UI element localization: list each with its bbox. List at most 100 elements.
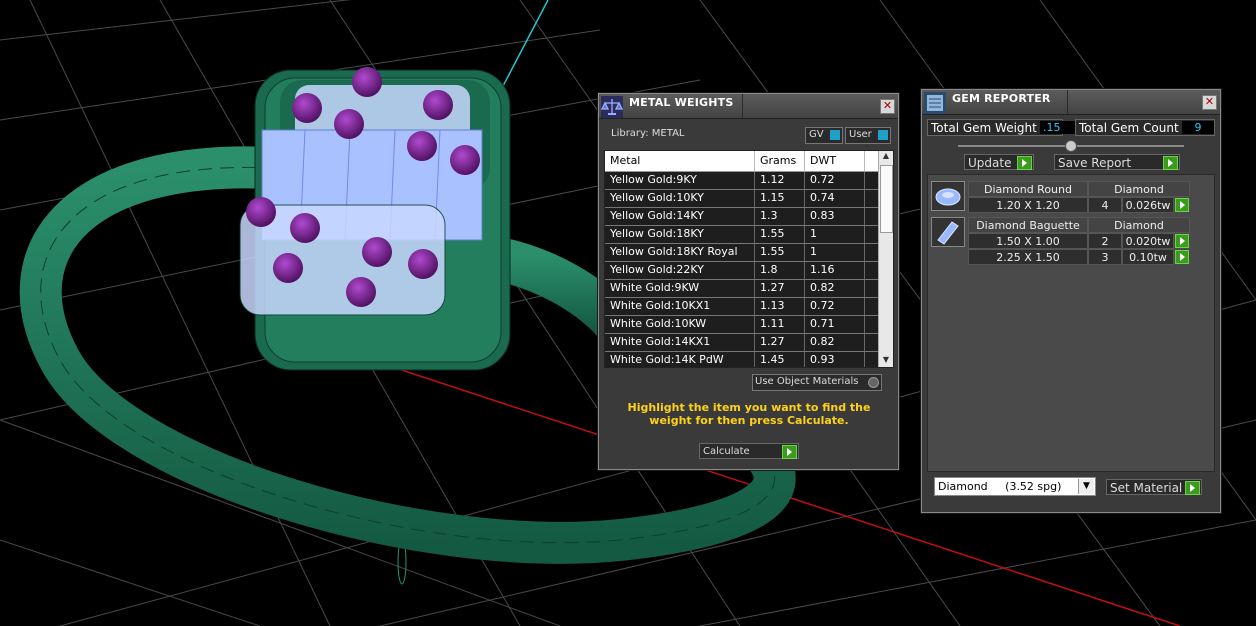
- metal-dwt: 0.72: [805, 298, 865, 315]
- play-icon: [782, 445, 797, 459]
- user-toggle[interactable]: User: [845, 127, 891, 144]
- library-label: Library: METAL: [611, 128, 685, 139]
- save-report-button[interactable]: Save Report: [1054, 154, 1180, 170]
- gem-weight: 0.020tw: [1122, 233, 1174, 249]
- metal-dwt: 0.83: [805, 208, 865, 225]
- gem-list[interactable]: Diamond Round Diamond 1.20 X 1.20 4 0.02…: [927, 174, 1215, 472]
- total-gem-count-value: 9: [1182, 121, 1214, 134]
- set-material-button[interactable]: Set Material: [1106, 479, 1202, 495]
- gem-name: Diamond Round: [968, 181, 1088, 197]
- metal-grams: 1.8: [755, 262, 805, 279]
- metal-grams: 1.55: [755, 244, 805, 261]
- gem-reporter-titlebar[interactable]: GEM REPORTER ✕: [922, 90, 1220, 115]
- metal-grams: 1.55: [755, 226, 805, 243]
- scroll-thumb[interactable]: [880, 165, 893, 233]
- use-object-materials-toggle[interactable]: Use Object Materials: [752, 374, 882, 391]
- chevron-down-icon[interactable]: ▼: [1078, 479, 1094, 494]
- metal-dwt: 0.82: [805, 334, 865, 351]
- gem-row-button[interactable]: [1175, 234, 1189, 248]
- metal-grams: 1.13: [755, 298, 805, 315]
- metal-row[interactable]: Yellow Gold:22KY 1.8 1.16: [605, 262, 893, 280]
- scale-icon: [601, 96, 623, 118]
- metal-name: White Gold:10KW: [605, 316, 755, 333]
- gem-count: 4: [1088, 197, 1122, 213]
- metal-row[interactable]: Yellow Gold:18KY Royal 1.55 1: [605, 244, 893, 262]
- gem-row-button[interactable]: [1175, 198, 1189, 212]
- metal-dwt: 0.72: [805, 172, 865, 189]
- toggle-indicator: [830, 130, 840, 140]
- metal-name: Yellow Gold:9KY: [605, 172, 755, 189]
- metal-name: Yellow Gold:18KY Royal: [605, 244, 755, 261]
- gem-size: 2.25 X 1.50: [968, 249, 1088, 265]
- play-icon: [1163, 156, 1178, 170]
- gem-size: 1.50 X 1.00: [968, 233, 1088, 249]
- gem-count: 3: [1088, 249, 1122, 265]
- metal-dwt: 1: [805, 226, 865, 243]
- metal-row[interactable]: White Gold:10KX1 1.13 0.72: [605, 298, 893, 316]
- metal-name: Yellow Gold:18KY: [605, 226, 755, 243]
- metal-name: White Gold:14K PdW: [605, 352, 755, 367]
- metal-dwt: 1: [805, 244, 865, 261]
- update-button[interactable]: Update: [964, 154, 1034, 170]
- total-gem-weight-value: .15: [1040, 121, 1075, 134]
- metal-name: White Gold:9KW: [605, 280, 755, 297]
- calculate-button[interactable]: Calculate: [699, 443, 799, 459]
- metal-name: White Gold:10KX1: [605, 298, 755, 315]
- play-icon: [1180, 237, 1185, 245]
- col-metal[interactable]: Metal: [605, 151, 755, 171]
- gem-material: Diamond: [1088, 181, 1190, 197]
- slider[interactable]: [958, 140, 1184, 152]
- gv-toggle[interactable]: GV: [805, 127, 843, 144]
- metal-row[interactable]: Yellow Gold:18KY 1.55 1: [605, 226, 893, 244]
- metal-dwt: 0.71: [805, 316, 865, 333]
- report-icon: [924, 92, 946, 114]
- metal-table-header: Metal Grams DWT: [605, 151, 893, 172]
- table-scrollbar[interactable]: ▲ ▼: [878, 151, 893, 367]
- close-icon[interactable]: ✕: [880, 99, 895, 114]
- gem-reporter-panel: GEM REPORTER ✕ Total Gem Weight .15 Tota…: [921, 89, 1221, 513]
- gem-weight: 0.026tw: [1122, 197, 1174, 213]
- metal-name: Yellow Gold:10KY: [605, 190, 755, 207]
- metal-grams: 1.15: [755, 190, 805, 207]
- panel-title: GEM REPORTER: [952, 92, 1051, 105]
- metal-table[interactable]: Metal Grams DWT Yellow Gold:9KY 1.12 0.72 Y…: [604, 150, 894, 368]
- gem-size: 1.20 X 1.20: [968, 197, 1088, 213]
- play-icon: [1017, 156, 1032, 170]
- scroll-up-icon[interactable]: ▲: [879, 151, 893, 163]
- metal-grams: 1.27: [755, 334, 805, 351]
- metal-weights-titlebar[interactable]: METAL WEIGHTS ✕: [599, 94, 898, 119]
- metal-row[interactable]: White Gold:14KX1 1.27 0.82: [605, 334, 893, 352]
- gem-name: Diamond Baguette: [968, 217, 1088, 233]
- metal-row[interactable]: Yellow Gold:9KY 1.12 0.72: [605, 172, 893, 190]
- metal-name: Yellow Gold:14KY: [605, 208, 755, 225]
- gem-material: Diamond: [1088, 217, 1190, 233]
- round-gem-icon: [931, 181, 965, 211]
- play-icon: [1180, 253, 1185, 261]
- metal-row[interactable]: White Gold:9KW 1.27 0.82: [605, 280, 893, 298]
- toggle-indicator: [868, 377, 879, 388]
- metal-row[interactable]: Yellow Gold:14KY 1.3 0.83: [605, 208, 893, 226]
- baguette-gem-icon: [931, 217, 965, 247]
- gem-weight: 0.10tw: [1122, 249, 1174, 265]
- scroll-down-icon[interactable]: ▼: [879, 355, 893, 367]
- panel-title: METAL WEIGHTS: [629, 96, 734, 109]
- metal-name: White Gold:14KX1: [605, 334, 755, 351]
- metal-dwt: 0.82: [805, 280, 865, 297]
- metal-grams: 1.45: [755, 352, 805, 367]
- toggle-indicator: [878, 130, 888, 140]
- metal-dwt: 0.93: [805, 352, 865, 367]
- slider-thumb[interactable]: [1065, 140, 1077, 152]
- material-select[interactable]: Diamond (3.52 spg) ▼: [934, 477, 1096, 496]
- col-dwt[interactable]: DWT: [805, 151, 865, 171]
- metal-weights-panel: METAL WEIGHTS ✕ Library: METAL GV User M…: [598, 93, 899, 470]
- metal-row[interactable]: White Gold:10KW 1.11 0.71: [605, 316, 893, 334]
- gem-row-button[interactable]: [1175, 250, 1189, 264]
- metal-row[interactable]: Yellow Gold:10KY 1.15 0.74: [605, 190, 893, 208]
- metal-grams: 1.3: [755, 208, 805, 225]
- col-grams[interactable]: Grams: [755, 151, 805, 171]
- metal-grams: 1.27: [755, 280, 805, 297]
- metal-dwt: 1.16: [805, 262, 865, 279]
- metal-dwt: 0.74: [805, 190, 865, 207]
- close-icon[interactable]: ✕: [1202, 95, 1217, 110]
- metal-row[interactable]: White Gold:14K PdW 1.45 0.93: [605, 352, 893, 367]
